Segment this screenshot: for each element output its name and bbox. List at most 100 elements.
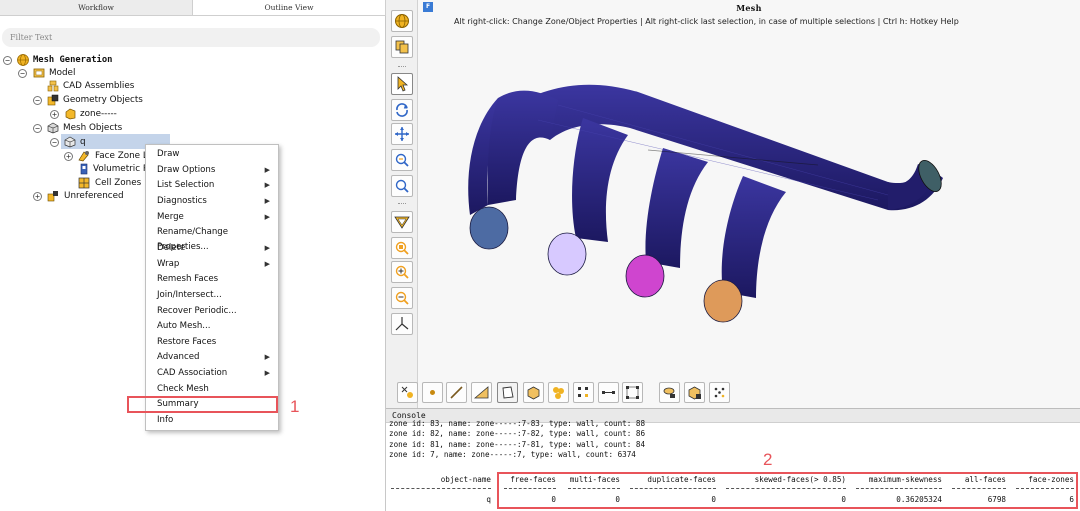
menu-item-auto-mesh[interactable]: Auto Mesh...	[146, 319, 278, 334]
expand-toggle[interactable]: +	[33, 192, 42, 201]
menu-item-wrap[interactable]: Wrap ▶	[146, 257, 278, 272]
vertical-toolbar	[386, 0, 418, 408]
dot-pattern-button[interactable]	[709, 382, 730, 403]
menu-item-label: List Selection	[157, 180, 215, 191]
fit-view-button[interactable]	[391, 211, 413, 233]
inlet-3-face[interactable]	[625, 254, 665, 298]
submenu-arrow-icon: ▶	[264, 165, 270, 174]
face-select-button[interactable]	[471, 382, 492, 403]
tree-label: Volumetric R	[93, 164, 149, 174]
inlet-2-face[interactable]	[547, 232, 587, 276]
rotate-button[interactable]	[391, 99, 413, 121]
graphics-viewport[interactable]: F Mesh Alt right-click: Change Zone/Obje…	[418, 0, 1080, 408]
zone-select-icon	[663, 387, 675, 398]
select-mode-icon	[401, 386, 413, 398]
outline-panel: Workflow Outline View Filter Text − Mesh…	[0, 0, 386, 511]
panel-tabs: Workflow Outline View	[0, 0, 386, 16]
dots-icon	[714, 387, 725, 398]
zone-select-button[interactable]	[659, 382, 680, 403]
collapse-toggle[interactable]: −	[33, 124, 42, 133]
tab-workflow[interactable]: Workflow	[0, 0, 193, 15]
menu-item-list-selection[interactable]: List Selection ▶	[146, 178, 278, 193]
globe-icon	[395, 14, 409, 28]
filter-input[interactable]: Filter Text	[2, 28, 380, 47]
node-grid-button[interactable]	[573, 382, 594, 403]
manifold-body	[468, 84, 943, 298]
expand-toggle[interactable]: +	[64, 152, 73, 161]
menu-item-delete[interactable]: Delete ▶	[146, 241, 278, 256]
zoom-button[interactable]	[391, 175, 413, 197]
menu-item-remesh-faces[interactable]: Remesh Faces	[146, 272, 278, 287]
expand-toggle[interactable]: +	[50, 110, 59, 119]
cell-zones-icon	[78, 177, 90, 189]
grid-nodes-button[interactable]	[622, 382, 643, 403]
menu-item-label: Check Mesh	[157, 383, 209, 394]
cad-icon	[47, 80, 59, 92]
objects-icon	[553, 387, 564, 399]
menu-item-cad-association[interactable]: CAD Association ▶	[146, 366, 278, 381]
menu-item-recover-periodic[interactable]: Recover Periodic...	[146, 304, 278, 319]
select-pointer-button[interactable]	[391, 73, 413, 95]
menu-item-label: Auto Mesh...	[157, 321, 211, 332]
grid-nodes-icon	[626, 386, 639, 399]
menu-item-merge[interactable]: Merge ▶	[146, 210, 278, 225]
select-filter-button[interactable]	[397, 382, 418, 403]
collapse-toggle[interactable]: −	[50, 138, 59, 147]
zoom-selection-icon	[395, 241, 409, 255]
copy-view-button[interactable]	[391, 36, 413, 58]
toolbar-divider	[398, 66, 406, 68]
menu-item-join-intersect[interactable]: Join/Intersect...	[146, 288, 278, 303]
axes-icon	[395, 317, 409, 331]
zoom-in-button[interactable]	[391, 261, 413, 283]
collapse-toggle[interactable]: −	[33, 96, 42, 105]
mesh-3d-model[interactable]	[418, 0, 1080, 408]
edge-path-button[interactable]	[598, 382, 619, 403]
tree-label: Mesh Generation	[33, 55, 113, 65]
collapse-toggle[interactable]: −	[18, 69, 27, 78]
zoom-out-button[interactable]	[391, 287, 413, 309]
multi-object-select-button[interactable]	[548, 382, 569, 403]
menu-item-draw[interactable]: Draw	[146, 147, 278, 162]
copy-icon	[395, 40, 409, 54]
cell-select-button[interactable]	[523, 382, 544, 403]
menu-item-restore-faces[interactable]: Restore Faces	[146, 335, 278, 350]
volumetric-icon	[80, 163, 88, 175]
tree-label: zone-----	[80, 109, 117, 119]
submenu-arrow-icon: ▶	[264, 212, 270, 221]
zoom-in-icon	[395, 265, 409, 279]
menu-item-check-mesh[interactable]: Check Mesh	[146, 382, 278, 397]
object-face-select-button[interactable]	[497, 382, 518, 403]
menu-item-label: Wrap	[157, 258, 180, 269]
pan-button[interactable]	[391, 123, 413, 145]
object-select-icon	[688, 386, 701, 400]
menu-item-advanced[interactable]: Advanced ▶	[146, 350, 278, 365]
face-icon	[474, 386, 489, 399]
axes-button[interactable]	[391, 313, 413, 335]
menu-item-label: Diagnostics	[157, 195, 207, 206]
menu-item-draw-options[interactable]: Draw Options ▶	[146, 163, 278, 178]
menu-item-rename-change-properties[interactable]: Rename/Change Properties...	[146, 225, 278, 252]
zoom-in-out-button[interactable]	[391, 149, 413, 171]
mesh-globe-button[interactable]	[391, 10, 413, 32]
menu-item-diagnostics[interactable]: Diagnostics ▶	[146, 194, 278, 209]
zoom-icon	[395, 153, 409, 167]
inlet-4-face[interactable]	[703, 279, 743, 323]
edge-icon	[450, 386, 463, 399]
summary-column-header: object-name	[440, 475, 491, 484]
menu-item-info[interactable]: Info	[146, 413, 278, 428]
zoom-to-selection-button[interactable]	[391, 237, 413, 259]
edge-select-button[interactable]	[446, 382, 467, 403]
tab-outline-view[interactable]: Outline View	[193, 0, 386, 15]
collapse-toggle[interactable]: −	[3, 56, 12, 65]
point-select-button[interactable]	[422, 382, 443, 403]
menu-item-label: Info	[157, 415, 174, 426]
menu-item-label: Advanced	[157, 352, 200, 363]
unreferenced-icon	[47, 191, 58, 202]
summary-table-highlight-box	[497, 472, 1078, 509]
inlet-1-face[interactable]	[469, 206, 509, 250]
object-select-button[interactable]	[684, 382, 705, 403]
mesh-objects-icon	[47, 122, 59, 134]
face-zone-icon	[78, 151, 89, 162]
globe-icon	[17, 54, 29, 66]
pan-icon	[395, 127, 409, 141]
